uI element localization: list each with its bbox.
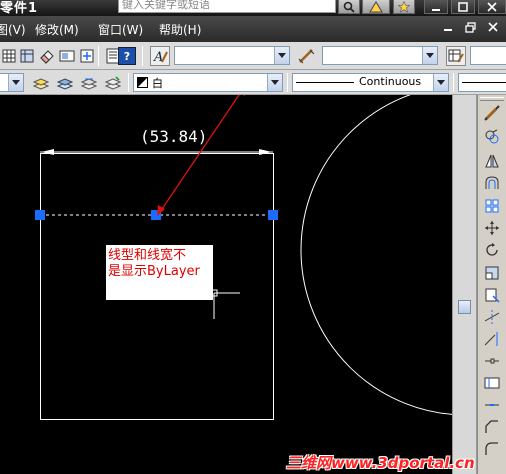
- chevron-down-icon[interactable]: [433, 74, 448, 91]
- grid-table-icon[interactable]: [0, 47, 18, 65]
- chevron-down-icon[interactable]: [8, 74, 23, 91]
- close-drawing-icon[interactable]: [488, 22, 498, 35]
- table-style-select[interactable]: [470, 46, 506, 65]
- lineweight-select[interactable]: [458, 73, 506, 92]
- lineweight-preview: [462, 82, 506, 83]
- dimension-style-icon[interactable]: [298, 47, 316, 65]
- menu-modify[interactable]: 修改(M): [35, 21, 79, 38]
- rotate-icon[interactable]: [482, 240, 502, 260]
- eraser-icon[interactable]: [38, 47, 56, 65]
- chevron-down-icon[interactable]: [274, 47, 289, 64]
- palette-scroll-thumb[interactable]: [458, 300, 471, 314]
- break-icon[interactable]: [482, 373, 502, 393]
- search-icon[interactable]: [338, 0, 360, 14]
- title-bar: 零件1 键入关键字或短语: [0, 0, 506, 16]
- menu-bar: 图(V) 修改(M) 窗口(W) 帮助(H): [0, 16, 506, 42]
- join-icon[interactable]: [482, 395, 502, 415]
- scale-icon[interactable]: [482, 263, 502, 283]
- layer-states-icon[interactable]: [56, 74, 74, 92]
- text-style-select[interactable]: [174, 46, 290, 65]
- annotation-line-2: 是显示ByLayer: [108, 264, 200, 279]
- dimension-style-select[interactable]: [322, 46, 438, 65]
- toolbar-separator: [98, 46, 99, 66]
- chevron-down-icon[interactable]: [267, 74, 282, 91]
- svg-text:?: ?: [124, 50, 130, 62]
- menu-window[interactable]: 窗口(W): [98, 21, 143, 38]
- block-editor-icon[interactable]: [18, 47, 36, 65]
- grip-left: [35, 210, 45, 220]
- offset-icon[interactable]: [482, 173, 502, 193]
- layer-select[interactable]: [0, 73, 24, 92]
- grip-right: [268, 210, 278, 220]
- text-style-icon[interactable]: A: [150, 46, 170, 66]
- drawing-canvas[interactable]: [0, 95, 452, 474]
- site-watermark: 三维网www.3dportal.cn: [286, 454, 475, 472]
- toolbar-separator: [128, 73, 129, 92]
- copy-icon[interactable]: [482, 127, 502, 147]
- help-icon[interactable]: ?: [118, 47, 136, 65]
- move-icon[interactable]: [482, 218, 502, 238]
- restore-drawing-icon[interactable]: [465, 22, 476, 36]
- dimension-arrow-left: [41, 149, 54, 155]
- favorites-star-icon[interactable]: [393, 0, 415, 14]
- table-style-icon[interactable]: [446, 46, 466, 66]
- external-reference-icon[interactable]: [78, 47, 96, 65]
- linetype-select[interactable]: Continuous: [292, 73, 449, 92]
- color-value: 白: [152, 77, 163, 90]
- circle-entity: [300, 95, 452, 415]
- search-input[interactable]: 键入关键字或短语: [118, 0, 336, 13]
- trim-icon[interactable]: [482, 307, 502, 327]
- standard-toolbar: ? A: [0, 42, 506, 70]
- close-app-button[interactable]: [478, 0, 506, 14]
- minimize-drawing-icon[interactable]: [443, 22, 453, 35]
- erase-icon[interactable]: [482, 103, 502, 123]
- linetype-preview: [296, 82, 354, 83]
- window-title: 零件1: [0, 1, 39, 16]
- linetype-value: Continuous: [359, 75, 422, 88]
- mirror-icon[interactable]: [482, 151, 502, 171]
- array-icon[interactable]: [482, 196, 502, 216]
- modify-toolbar: [477, 95, 506, 474]
- menu-help[interactable]: 帮助(H): [159, 21, 201, 38]
- toolbar-grip[interactable]: [480, 97, 504, 101]
- minimize-app-button[interactable]: [424, 0, 448, 14]
- layer-match-icon[interactable]: [80, 74, 98, 92]
- layout-icon[interactable]: [58, 47, 76, 65]
- maximize-app-button[interactable]: [451, 0, 475, 14]
- annotation-note: 线型和线宽不 是显示ByLayer: [106, 245, 213, 300]
- menu-view[interactable]: 图(V): [0, 21, 26, 38]
- layer-copy-icon[interactable]: [104, 74, 122, 92]
- toolbar-separator: [142, 46, 143, 66]
- toolbar-separator: [453, 73, 454, 92]
- fillet-icon[interactable]: [482, 439, 502, 459]
- chevron-down-icon[interactable]: [422, 47, 437, 64]
- stretch-icon[interactable]: [482, 285, 502, 305]
- chamfer-icon[interactable]: [482, 417, 502, 437]
- layer-previous-icon[interactable]: [32, 74, 50, 92]
- annotation-line-1: 线型和线宽不: [108, 248, 187, 263]
- color-select[interactable]: 白: [133, 73, 283, 92]
- color-swatch-icon: [137, 77, 148, 88]
- properties-toolbar: 白 Continuous: [0, 70, 506, 95]
- drawing-graphics: [35, 95, 452, 420]
- dimension-arrow-right: [259, 149, 272, 155]
- dimension-text: (53.84): [140, 127, 208, 146]
- communication-center-icon[interactable]: [362, 0, 390, 14]
- break-at-point-icon[interactable]: [482, 351, 502, 371]
- toolbar-separator: [287, 73, 288, 92]
- extend-icon[interactable]: [482, 329, 502, 349]
- tool-palette-strip: [452, 95, 477, 474]
